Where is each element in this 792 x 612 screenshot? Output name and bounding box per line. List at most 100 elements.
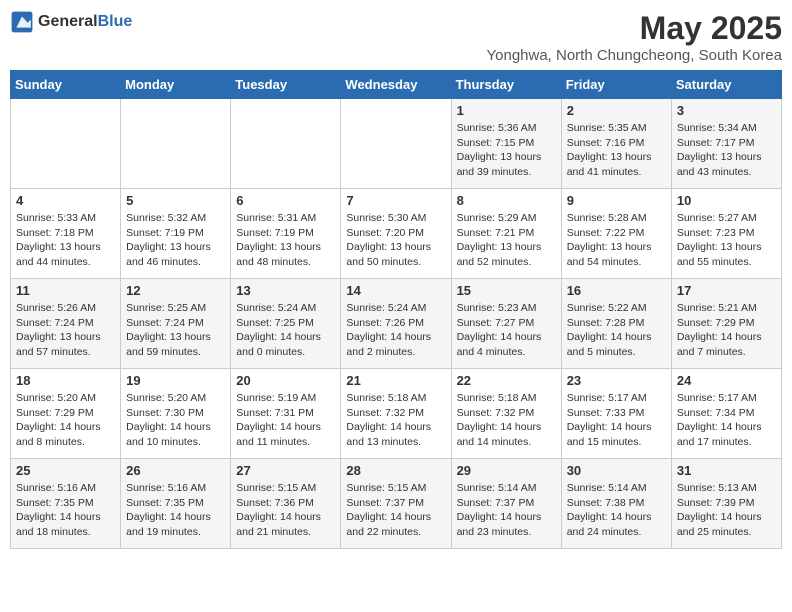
day-number: 12 [126, 283, 225, 298]
calendar-cell: 14 Sunrise: 5:24 AM Sunset: 7:26 PM Dayli… [341, 279, 451, 369]
day-info: Sunrise: 5:17 AM Sunset: 7:34 PM Dayligh… [677, 391, 776, 450]
day-info: Sunrise: 5:28 AM Sunset: 7:22 PM Dayligh… [567, 211, 666, 270]
logo-general: General [38, 13, 98, 30]
day-number: 14 [346, 283, 445, 298]
day-header-saturday: Saturday [671, 71, 781, 99]
day-number: 17 [677, 283, 776, 298]
header: GeneralBlue May 2025 Yonghwa, North Chun… [10, 10, 782, 64]
calendar-cell: 10Sunrise: 5:27 AM Sunset: 7:23 PM Dayli… [671, 189, 781, 279]
logo: GeneralBlue [10, 10, 132, 34]
day-number: 23 [567, 373, 666, 388]
calendar-cell: 17Sunrise: 5:21 AM Sunset: 7:29 PM Dayli… [671, 279, 781, 369]
calendar-cell [121, 99, 231, 189]
calendar-cell: 15 Sunrise: 5:23 AM Sunset: 7:27 PM Dayli… [451, 279, 561, 369]
day-info: Sunrise: 5:25 AM Sunset: 7:24 PM Dayligh… [126, 301, 225, 360]
day-info: Sunrise: 5:29 AM Sunset: 7:21 PM Dayligh… [457, 211, 556, 270]
day-header-wednesday: Wednesday [341, 71, 451, 99]
calendar-week-2: 4 Sunrise: 5:33 AM Sunset: 7:18 PM Daylig… [11, 189, 782, 279]
calendar-cell: 31 Sunrise: 5:13 AM Sunset: 7:39 PM Dayli… [671, 459, 781, 549]
day-info: Sunrise: 5:24 AM Sunset: 7:26 PM Dayligh… [346, 301, 445, 360]
day-info: Sunrise: 5:18 AM Sunset: 7:32 PM Dayligh… [346, 391, 445, 450]
day-info: Sunrise: 5:27 AM Sunset: 7:23 PM Dayligh… [677, 211, 776, 270]
calendar-cell: 7 Sunrise: 5:30 AM Sunset: 7:20 PM Daylig… [341, 189, 451, 279]
calendar-cell: 9 Sunrise: 5:28 AM Sunset: 7:22 PM Daylig… [561, 189, 671, 279]
day-info: Sunrise: 5:33 AM Sunset: 7:18 PM Dayligh… [16, 211, 115, 270]
calendar-cell: 8 Sunrise: 5:29 AM Sunset: 7:21 PM Daylig… [451, 189, 561, 279]
calendar-header-row: SundayMondayTuesdayWednesdayThursdayFrid… [11, 71, 782, 99]
calendar-week-5: 25Sunrise: 5:16 AM Sunset: 7:35 PM Dayli… [11, 459, 782, 549]
day-info: Sunrise: 5:20 AM Sunset: 7:30 PM Dayligh… [126, 391, 225, 450]
calendar-cell: 23 Sunrise: 5:17 AM Sunset: 7:33 PM Dayli… [561, 369, 671, 459]
day-number: 20 [236, 373, 335, 388]
logo-icon [10, 10, 34, 34]
calendar-week-4: 18 Sunrise: 5:20 AM Sunset: 7:29 PM Dayli… [11, 369, 782, 459]
calendar-cell: 18 Sunrise: 5:20 AM Sunset: 7:29 PM Dayli… [11, 369, 121, 459]
day-header-friday: Friday [561, 71, 671, 99]
day-number: 21 [346, 373, 445, 388]
day-info: Sunrise: 5:22 AM Sunset: 7:28 PM Dayligh… [567, 301, 666, 360]
day-number: 30 [567, 463, 666, 478]
main-title: May 2025 [487, 10, 783, 47]
day-info: Sunrise: 5:31 AM Sunset: 7:19 PM Dayligh… [236, 211, 335, 270]
day-number: 31 [677, 463, 776, 478]
calendar-cell [341, 99, 451, 189]
day-number: 29 [457, 463, 556, 478]
calendar-cell: 21 Sunrise: 5:18 AM Sunset: 7:32 PM Dayli… [341, 369, 451, 459]
day-info: Sunrise: 5:15 AM Sunset: 7:36 PM Dayligh… [236, 481, 335, 540]
day-number: 3 [677, 103, 776, 118]
day-header-tuesday: Tuesday [231, 71, 341, 99]
calendar-cell: 5 Sunrise: 5:32 AM Sunset: 7:19 PM Daylig… [121, 189, 231, 279]
calendar-cell: 28 Sunrise: 5:15 AM Sunset: 7:37 PM Dayli… [341, 459, 451, 549]
day-info: Sunrise: 5:16 AM Sunset: 7:35 PM Dayligh… [16, 481, 115, 540]
day-number: 1 [457, 103, 556, 118]
day-info: Sunrise: 5:24 AM Sunset: 7:25 PM Dayligh… [236, 301, 335, 360]
day-info: Sunrise: 5:26 AM Sunset: 7:24 PM Dayligh… [16, 301, 115, 360]
day-number: 28 [346, 463, 445, 478]
day-number: 16 [567, 283, 666, 298]
day-number: 27 [236, 463, 335, 478]
calendar-table: SundayMondayTuesdayWednesdayThursdayFrid… [10, 70, 782, 549]
calendar-cell [231, 99, 341, 189]
day-number: 8 [457, 193, 556, 208]
calendar-cell: 4 Sunrise: 5:33 AM Sunset: 7:18 PM Daylig… [11, 189, 121, 279]
day-number: 7 [346, 193, 445, 208]
day-info: Sunrise: 5:20 AM Sunset: 7:29 PM Dayligh… [16, 391, 115, 450]
subtitle: Yonghwa, North Chungcheong, South Korea [487, 47, 783, 64]
calendar-week-1: 1Sunrise: 5:36 AM Sunset: 7:15 PM Daylig… [11, 99, 782, 189]
day-info: Sunrise: 5:14 AM Sunset: 7:38 PM Dayligh… [567, 481, 666, 540]
day-info: Sunrise: 5:17 AM Sunset: 7:33 PM Dayligh… [567, 391, 666, 450]
calendar-cell: 1Sunrise: 5:36 AM Sunset: 7:15 PM Daylig… [451, 99, 561, 189]
calendar-cell: 19 Sunrise: 5:20 AM Sunset: 7:30 PM Dayli… [121, 369, 231, 459]
calendar-cell: 11 Sunrise: 5:26 AM Sunset: 7:24 PM Dayli… [11, 279, 121, 369]
calendar-cell: 29 Sunrise: 5:14 AM Sunset: 7:37 PM Dayli… [451, 459, 561, 549]
calendar-cell: 22Sunrise: 5:18 AM Sunset: 7:32 PM Dayli… [451, 369, 561, 459]
day-number: 4 [16, 193, 115, 208]
day-number: 26 [126, 463, 225, 478]
day-info: Sunrise: 5:15 AM Sunset: 7:37 PM Dayligh… [346, 481, 445, 540]
day-info: Sunrise: 5:16 AM Sunset: 7:35 PM Dayligh… [126, 481, 225, 540]
calendar-cell: 30 Sunrise: 5:14 AM Sunset: 7:38 PM Dayli… [561, 459, 671, 549]
day-info: Sunrise: 5:14 AM Sunset: 7:37 PM Dayligh… [457, 481, 556, 540]
day-number: 15 [457, 283, 556, 298]
day-number: 19 [126, 373, 225, 388]
calendar-cell: 16 Sunrise: 5:22 AM Sunset: 7:28 PM Dayli… [561, 279, 671, 369]
day-info: Sunrise: 5:18 AM Sunset: 7:32 PM Dayligh… [457, 391, 556, 450]
day-info: Sunrise: 5:13 AM Sunset: 7:39 PM Dayligh… [677, 481, 776, 540]
day-info: Sunrise: 5:35 AM Sunset: 7:16 PM Dayligh… [567, 121, 666, 180]
day-number: 18 [16, 373, 115, 388]
day-info: Sunrise: 5:19 AM Sunset: 7:31 PM Dayligh… [236, 391, 335, 450]
calendar-week-3: 11 Sunrise: 5:26 AM Sunset: 7:24 PM Dayli… [11, 279, 782, 369]
day-number: 11 [16, 283, 115, 298]
day-number: 13 [236, 283, 335, 298]
calendar-cell: 2Sunrise: 5:35 AM Sunset: 7:16 PM Daylig… [561, 99, 671, 189]
calendar-cell: 12 Sunrise: 5:25 AM Sunset: 7:24 PM Dayli… [121, 279, 231, 369]
day-info: Sunrise: 5:23 AM Sunset: 7:27 PM Dayligh… [457, 301, 556, 360]
day-info: Sunrise: 5:32 AM Sunset: 7:19 PM Dayligh… [126, 211, 225, 270]
day-number: 9 [567, 193, 666, 208]
day-header-monday: Monday [121, 71, 231, 99]
day-number: 5 [126, 193, 225, 208]
calendar-cell: 6Sunrise: 5:31 AM Sunset: 7:19 PM Daylig… [231, 189, 341, 279]
day-info: Sunrise: 5:30 AM Sunset: 7:20 PM Dayligh… [346, 211, 445, 270]
day-header-sunday: Sunday [11, 71, 121, 99]
calendar-body: 1Sunrise: 5:36 AM Sunset: 7:15 PM Daylig… [11, 99, 782, 549]
